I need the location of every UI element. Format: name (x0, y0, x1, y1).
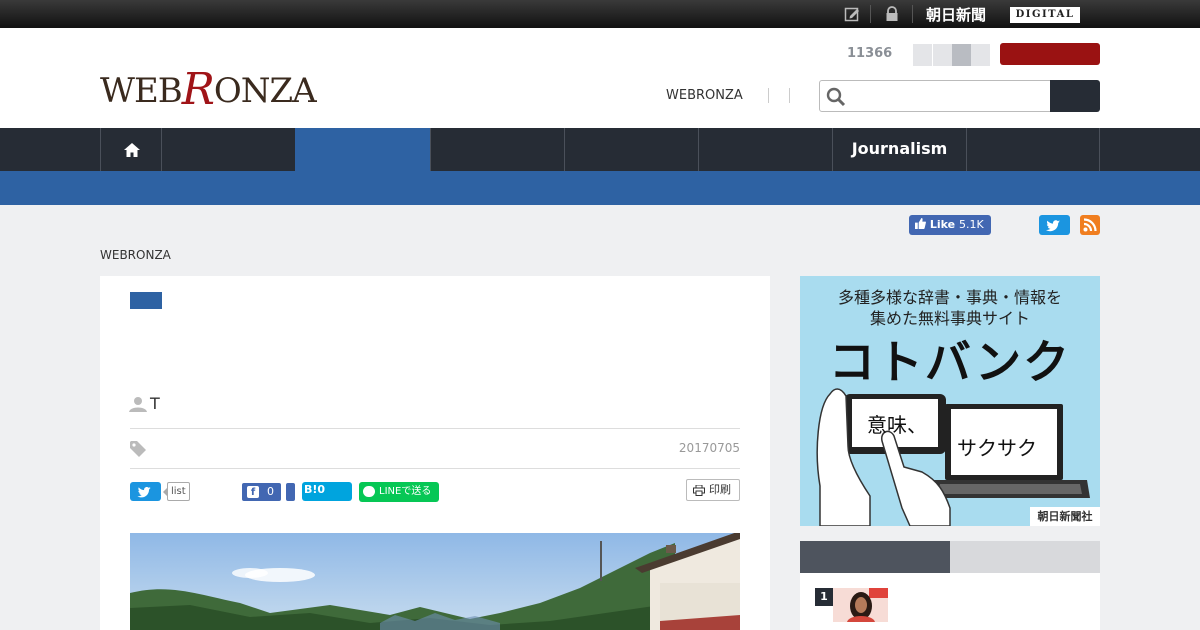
header-link[interactable]: WEBRONZA (666, 88, 743, 103)
publish-date: 20170705 (678, 441, 740, 455)
ranking-tab-active[interactable] (800, 541, 950, 573)
asahi-top-bar: 朝日新聞 DIGITAL (0, 0, 1200, 28)
site-header: WEBRONZA 11366 WEBRONZA (0, 28, 1200, 128)
size-toggle-button[interactable] (971, 44, 990, 66)
edit-icon[interactable] (844, 6, 860, 22)
print-button[interactable]: 印刷 (686, 479, 740, 501)
search-input[interactable] (819, 80, 1051, 112)
line-icon (363, 486, 375, 497)
divider (870, 5, 871, 23)
size-toggle-button[interactable] (913, 44, 932, 66)
member-count: 11366 (847, 46, 893, 61)
ad-illustration (816, 388, 1090, 526)
author-name[interactable]: T (150, 394, 160, 413)
nav-item-active[interactable] (295, 128, 430, 171)
main-nav: Journalism (0, 128, 1200, 171)
size-toggle-button[interactable] (933, 44, 952, 66)
divider (768, 88, 769, 103)
ad-text: 意味、 (867, 413, 927, 437)
sub-nav (0, 171, 1200, 205)
digital-label[interactable]: DIGITAL (1010, 7, 1080, 23)
line-share-button[interactable]: LINEで送る (359, 482, 439, 502)
twitter-list-count[interactable]: list (163, 482, 190, 501)
webronza-logo[interactable]: WEBRONZA (100, 62, 317, 115)
author-icon (129, 397, 147, 412)
printer-icon (693, 485, 705, 496)
kotobank-ad-banner[interactable]: 多種多様な辞書・事典・情報を 集めた無料事典サイト コトバンク 意味、 サクサク… (800, 276, 1100, 526)
asahi-digital-logo[interactable]: 朝日新聞 (926, 4, 986, 24)
rank-number: 1 (815, 588, 833, 606)
subscribe-button[interactable] (1000, 43, 1100, 65)
person-photo (833, 588, 888, 622)
search-button[interactable] (1050, 80, 1100, 112)
hatena-bookmark-button[interactable]: B!0 (302, 482, 352, 501)
divider (912, 5, 913, 23)
lock-icon[interactable] (884, 6, 900, 22)
article-card: T 20170705 list f 0 B!0 LINEで送る 印刷 (100, 276, 770, 630)
facebook-icon: f (247, 486, 259, 498)
rss-icon[interactable] (1080, 215, 1100, 235)
divider (130, 468, 740, 469)
ranking-tabs (800, 541, 1100, 573)
twitter-icon (1046, 220, 1060, 232)
divider (789, 88, 790, 103)
thumbs-up-icon (915, 218, 926, 229)
twitter-follow-button[interactable] (1039, 215, 1070, 235)
nav-item-journalism[interactable]: Journalism (832, 128, 966, 171)
facebook-share-button[interactable]: f 0 (242, 483, 281, 501)
category-label[interactable] (130, 292, 162, 309)
article-photo (130, 533, 740, 630)
breadcrumb[interactable]: WEBRONZA (100, 248, 171, 262)
twitter-icon (137, 486, 151, 498)
nav-item[interactable] (430, 128, 564, 171)
divider (130, 428, 740, 429)
ad-credit: 朝日新聞社 (1030, 507, 1100, 526)
nav-item[interactable] (698, 128, 832, 171)
nav-item[interactable] (161, 128, 295, 171)
ad-text: サクサク (957, 436, 1037, 460)
ranking-tab[interactable] (950, 541, 1100, 573)
nav-item[interactable] (564, 128, 698, 171)
ranking-thumbnail[interactable] (833, 588, 888, 622)
twitter-share-button[interactable] (130, 482, 161, 501)
search-icon (826, 87, 846, 107)
tag-icon (130, 441, 146, 457)
ranking-list: 1 (800, 573, 1100, 630)
nav-item[interactable] (966, 128, 1100, 171)
facebook-like-button[interactable]: Like 5.1K (909, 215, 991, 235)
home-icon (123, 143, 140, 157)
facebook-share-count[interactable] (286, 483, 295, 501)
nav-home[interactable] (100, 128, 162, 171)
mountain-village-image (130, 533, 740, 630)
size-toggle-button[interactable] (952, 44, 971, 66)
